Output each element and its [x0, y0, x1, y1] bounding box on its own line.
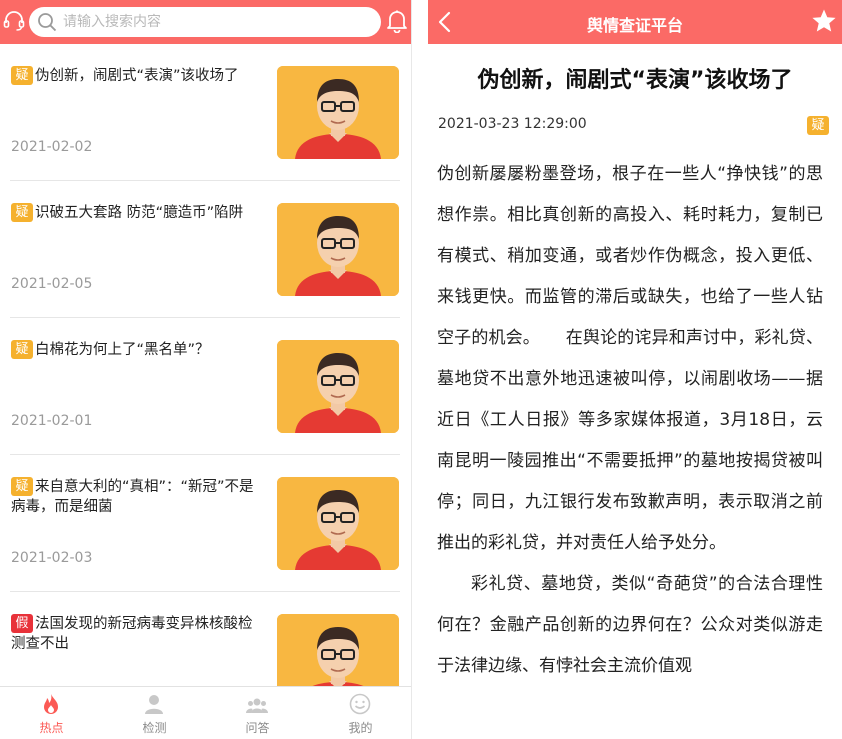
news-title-text: 伪创新，闹剧式“表演”该收场了 [35, 68, 239, 84]
article-detail-screen: 舆情查证平台 伪创新，闹剧式“表演”该收场了 2021-03-23 12:29:… [428, 0, 842, 739]
search-input[interactable]: 请输入搜索内容 [29, 7, 381, 37]
bottom-tab-bar: 热点 检测 问答 我的 [0, 686, 411, 739]
news-date: 2021-02-05 [11, 276, 93, 292]
news-thumbnail [277, 477, 399, 570]
news-title: 疑识破五大套路 防范“臆造币”陷阱 [11, 203, 261, 223]
news-item[interactable]: 疑识破五大套路 防范“臆造币”陷阱 2021-02-05 [0, 181, 411, 318]
news-thumbnail [277, 203, 399, 296]
news-date: 2021-02-02 [11, 139, 93, 155]
doubt-badge: 疑 [11, 340, 33, 359]
news-title-text: 白棉花为何上了“黑名单”？ [35, 342, 210, 358]
article-header: 舆情查证平台 [428, 0, 842, 44]
tab-hot[interactable]: 热点 [0, 687, 103, 739]
news-title: 疑伪创新，闹剧式“表演”该收场了 [11, 66, 261, 86]
search-icon [38, 13, 57, 32]
tab-mine[interactable]: 我的 [309, 687, 411, 739]
news-thumbnail [277, 66, 399, 159]
doubt-badge: 疑 [11, 66, 33, 85]
smile-icon [349, 693, 371, 715]
news-title-text: 法国发现的新冠病毒变异株核酸检测查不出 [11, 616, 253, 652]
headset-icon[interactable] [3, 10, 25, 32]
bell-icon[interactable] [386, 9, 408, 33]
news-title: 疑来自意大利的“真相”：“新冠”不是病毒，而是细菌 [11, 477, 261, 517]
news-item[interactable]: 疑白棉花为何上了“黑名单”？ 2021-02-01 [0, 318, 411, 455]
article-body: 伪创新屡屡粉墨登场，根子在一些人“挣快钱”的思想作祟。相比真创新的高投入、耗时耗… [437, 154, 823, 687]
doubt-badge: 疑 [807, 116, 829, 135]
news-date: 2021-02-03 [11, 550, 93, 566]
tab-label: 我的 [348, 721, 373, 735]
tab-detect[interactable]: 检测 [103, 687, 206, 739]
news-item[interactable]: 假法国发现的新冠病毒变异株核酸检测查不出 [0, 592, 411, 686]
news-list-screen: 请输入搜索内容 疑伪创新，闹剧式“表演”该收场了 2021-02-02 疑识破五大套… [0, 0, 412, 739]
star-icon[interactable] [811, 8, 837, 34]
tab-label: 热点 [39, 721, 64, 735]
article-timestamp: 2021-03-23 12:29:00 [438, 116, 587, 132]
group-icon [246, 698, 268, 713]
tab-label: 问答 [245, 721, 270, 735]
doubt-badge: 疑 [11, 477, 33, 496]
news-date: 2021-02-01 [11, 413, 93, 429]
news-item[interactable]: 疑来自意大利的“真相”：“新冠”不是病毒，而是细菌 2021-02-03 [0, 455, 411, 592]
doubt-badge: 疑 [11, 203, 33, 222]
news-title-text: 识破五大套路 防范“臆造币”陷阱 [35, 205, 244, 221]
tab-qa[interactable]: 问答 [206, 687, 309, 739]
article-title: 伪创新，闹剧式“表演”该收场了 [477, 68, 793, 93]
header-title: 舆情查证平台 [586, 16, 683, 35]
tab-label: 检测 [142, 721, 167, 735]
news-title-text: 来自意大利的“真相”：“新冠”不是病毒，而是细菌 [11, 479, 254, 515]
article-paragraph: 彩礼贷、墓地贷，类似“奇葩贷”的合法合理性何在？金融产品创新的边界何在？公众对类… [437, 574, 823, 676]
news-title: 假法国发现的新冠病毒变异株核酸检测查不出 [11, 614, 261, 654]
news-thumbnail [277, 614, 399, 686]
top-bar: 请输入搜索内容 [0, 0, 411, 44]
news-item[interactable]: 疑伪创新，闹剧式“表演”该收场了 2021-02-02 [0, 44, 411, 181]
fire-icon [44, 694, 58, 714]
news-feed: 疑伪创新，闹剧式“表演”该收场了 2021-02-02 疑识破五大套路 防范“臆造币… [0, 44, 411, 686]
news-thumbnail [277, 340, 399, 433]
user-check-icon [145, 695, 163, 714]
news-title: 疑白棉花为何上了“黑名单”？ [11, 340, 261, 360]
fake-badge: 假 [11, 614, 33, 633]
article-paragraph: 伪创新屡屡粉墨登场，根子在一些人“挣快钱”的思想作祟。相比真创新的高投入、耗时耗… [437, 164, 823, 553]
search-placeholder: 请输入搜索内容 [63, 14, 161, 30]
